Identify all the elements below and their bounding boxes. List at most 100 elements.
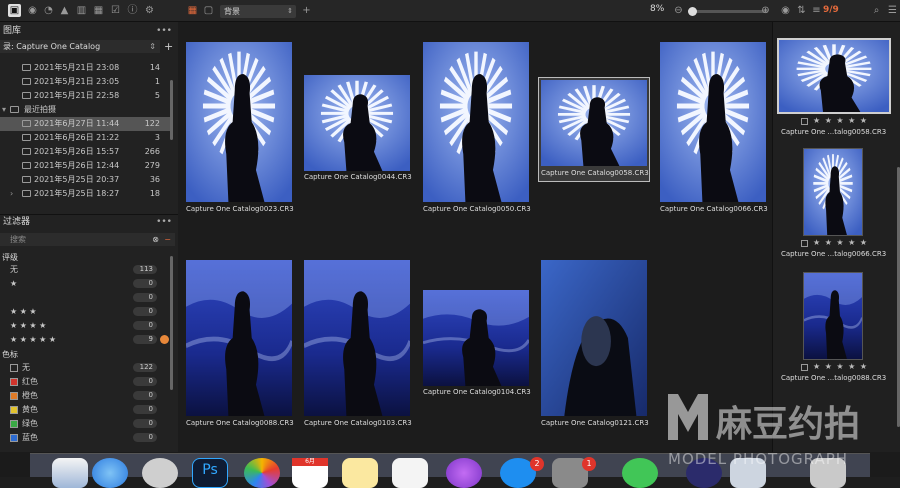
add-album-icon[interactable]: +: [164, 40, 173, 53]
exposure-tab-icon[interactable]: ▲: [58, 4, 71, 17]
filmstrip-filename: Capture One ...talog0066.CR3: [781, 250, 887, 258]
trash-icon[interactable]: [810, 458, 846, 488]
album-item[interactable]: 2021年5月25日 20:37 36: [0, 173, 172, 187]
library-header[interactable]: 图库 •••: [0, 24, 178, 38]
image-thumbnail[interactable]: Capture One Catalog0104.CR3: [423, 290, 531, 402]
more-icon[interactable]: ☰: [886, 4, 899, 17]
color-swatch: [10, 420, 18, 428]
filters-scrollbar[interactable]: [170, 256, 173, 390]
album-item[interactable]: 2021年5月21日 22:58 5: [0, 89, 172, 103]
color-filter-row[interactable]: 无 122: [0, 361, 165, 374]
rating-filter-row[interactable]: ★ ★ ★ ★ 0: [0, 319, 165, 332]
rating-filter-row[interactable]: ★ 0: [0, 277, 165, 290]
lens-tab-icon[interactable]: ▥: [75, 4, 88, 17]
rating-count: 0: [133, 293, 157, 302]
rating-filter-row[interactable]: ★ ★ ★ 0: [0, 305, 165, 318]
rating-filter-row[interactable]: 0: [0, 291, 165, 304]
catalog-select[interactable]: 录: Capture One Catalog ⇕: [0, 40, 160, 53]
album-item[interactable]: 2021年5月21日 23:05 1: [0, 75, 172, 89]
photos-icon[interactable]: [244, 458, 280, 488]
color-filter-row[interactable]: 蓝色 0: [0, 431, 165, 444]
podcasts-icon[interactable]: [446, 458, 482, 488]
rating-count: 113: [133, 265, 157, 274]
album-item[interactable]: 2021年6月27日 11:44 122: [0, 117, 172, 131]
album-label: 2021年5月26日 12:44: [34, 161, 120, 170]
zoom-slider-knob[interactable]: [688, 7, 697, 16]
filters-header[interactable]: 过滤器 •••: [0, 214, 178, 228]
album-label: 2021年5月26日 15:57: [34, 147, 120, 156]
color-filter-row[interactable]: 黄色 0: [0, 403, 165, 416]
album-item[interactable]: 2021年5月26日 15:57 266: [0, 145, 172, 159]
zoom-in-icon[interactable]: ⊕: [759, 4, 772, 17]
chevron-down-icon[interactable]: ▾: [2, 103, 6, 117]
rating-filter-row[interactable]: 无 113: [0, 263, 165, 276]
filmstrip-item[interactable]: ★ ★ ★ ★ ★ Capture One ...talog0066.CR3: [773, 148, 893, 268]
app-icon[interactable]: [686, 458, 722, 488]
image-thumbnail[interactable]: Capture One Catalog0058.CR3: [538, 77, 650, 182]
finder-icon[interactable]: [52, 458, 88, 488]
filmstrip-item[interactable]: ★ ★ ★ ★ ★ Capture One ...talog0088.CR3: [773, 272, 893, 392]
grid-view-icon[interactable]: ▦: [186, 4, 199, 17]
reminders-icon[interactable]: [392, 458, 428, 488]
color-label: 蓝色: [22, 433, 38, 442]
color-tab-icon[interactable]: ◔: [42, 4, 55, 17]
rating-label: ★ ★ ★: [10, 307, 37, 316]
chevron-right-icon[interactable]: ›: [10, 187, 13, 201]
add-icon[interactable]: +: [300, 4, 313, 17]
album-label: 2021年5月21日 23:08: [34, 63, 120, 72]
preview-icon[interactable]: [730, 458, 766, 488]
more-dots-icon[interactable]: •••: [156, 24, 172, 38]
more-dots-icon[interactable]: •••: [156, 215, 172, 229]
color-filter-row[interactable]: 红色 0: [0, 375, 165, 388]
library-scrollbar[interactable]: [170, 80, 173, 140]
zoom-out-icon[interactable]: ⊖: [672, 4, 685, 17]
album-item[interactable]: ▾ 最近拍摄: [0, 103, 172, 117]
image-thumbnail[interactable]: Capture One Catalog0050.CR3: [423, 42, 531, 219]
sort-icon[interactable]: ⇅: [795, 4, 808, 17]
details-tab-icon[interactable]: ▦: [92, 4, 105, 17]
album-item[interactable]: › 2021年5月25日 18:27 18: [0, 187, 172, 201]
search-icon[interactable]: ⌕: [870, 4, 883, 17]
image-thumbnail[interactable]: Capture One Catalog0023.CR3: [186, 42, 294, 219]
color-filter-row[interactable]: 橙色 0: [0, 389, 165, 402]
image-thumbnail[interactable]: Capture One Catalog0066.CR3: [660, 42, 768, 219]
view-mode-select[interactable]: 背景 ⇕: [220, 5, 296, 18]
capture-tab-icon[interactable]: ◉: [26, 4, 39, 17]
single-view-icon[interactable]: ▢: [202, 4, 215, 17]
image-thumbnail[interactable]: Capture One Catalog0103.CR3: [304, 260, 412, 433]
notes-icon[interactable]: [342, 458, 378, 488]
adjust-tab-icon[interactable]: ☑: [109, 4, 122, 17]
capture-one-window: ▣ ◉ ◔ ▲ ▥ ▦ ☑ ⓘ ⚙ ▦ ▢ 背景 ⇕ + 8% ⊖ ⊕ ◉ ⇅ …: [0, 0, 900, 488]
album-item[interactable]: 2021年6月26日 21:22 3: [0, 131, 172, 145]
calendar-icon[interactable]: 6月: [292, 458, 328, 488]
remove-icon[interactable]: −: [164, 233, 171, 246]
star-rating[interactable]: ★ ★ ★ ★ ★: [813, 238, 868, 247]
metadata-tab-icon[interactable]: ⓘ: [126, 4, 139, 17]
rating-filter-row[interactable]: ★ ★ ★ ★ ★ 9: [0, 333, 169, 346]
select-checkbox[interactable]: [801, 364, 808, 371]
rating-label: 无: [10, 265, 18, 274]
color-filter-row[interactable]: 绿色 0: [0, 417, 165, 430]
filter-search-input[interactable]: 搜索 ⊗ −: [0, 233, 175, 246]
filmstrip-item[interactable]: ★ ★ ★ ★ ★ Capture One ...talog0058.CR3: [773, 38, 893, 158]
image-thumbnail[interactable]: Capture One Catalog0044.CR3: [304, 75, 412, 187]
settings-tab-icon[interactable]: ⚙: [143, 4, 156, 17]
album-item[interactable]: 2021年5月21日 23:08 14: [0, 61, 172, 75]
select-checkbox[interactable]: [801, 240, 808, 247]
macos-dock: Ps 6月 2 1: [30, 453, 870, 488]
eye-icon[interactable]: ◉: [779, 4, 792, 17]
select-checkbox[interactable]: [801, 118, 808, 125]
list-icon[interactable]: ≡: [810, 4, 823, 17]
zoom-slider[interactable]: [688, 10, 768, 13]
photoshop-icon[interactable]: Ps: [192, 458, 228, 488]
safari-icon[interactable]: [92, 458, 128, 488]
image-thumbnail[interactable]: Capture One Catalog0121.CR3: [541, 260, 649, 433]
album-item[interactable]: 2021年5月26日 12:44 279: [0, 159, 172, 173]
star-rating[interactable]: ★ ★ ★ ★ ★: [813, 116, 868, 125]
library-tab-icon[interactable]: ▣: [8, 4, 21, 17]
image-thumbnail[interactable]: Capture One Catalog0088.CR3: [186, 260, 294, 433]
clear-icon[interactable]: ⊗: [152, 233, 159, 246]
app-icon[interactable]: [142, 458, 178, 488]
wechat-icon[interactable]: [622, 458, 658, 488]
star-rating[interactable]: ★ ★ ★ ★ ★: [813, 362, 868, 371]
